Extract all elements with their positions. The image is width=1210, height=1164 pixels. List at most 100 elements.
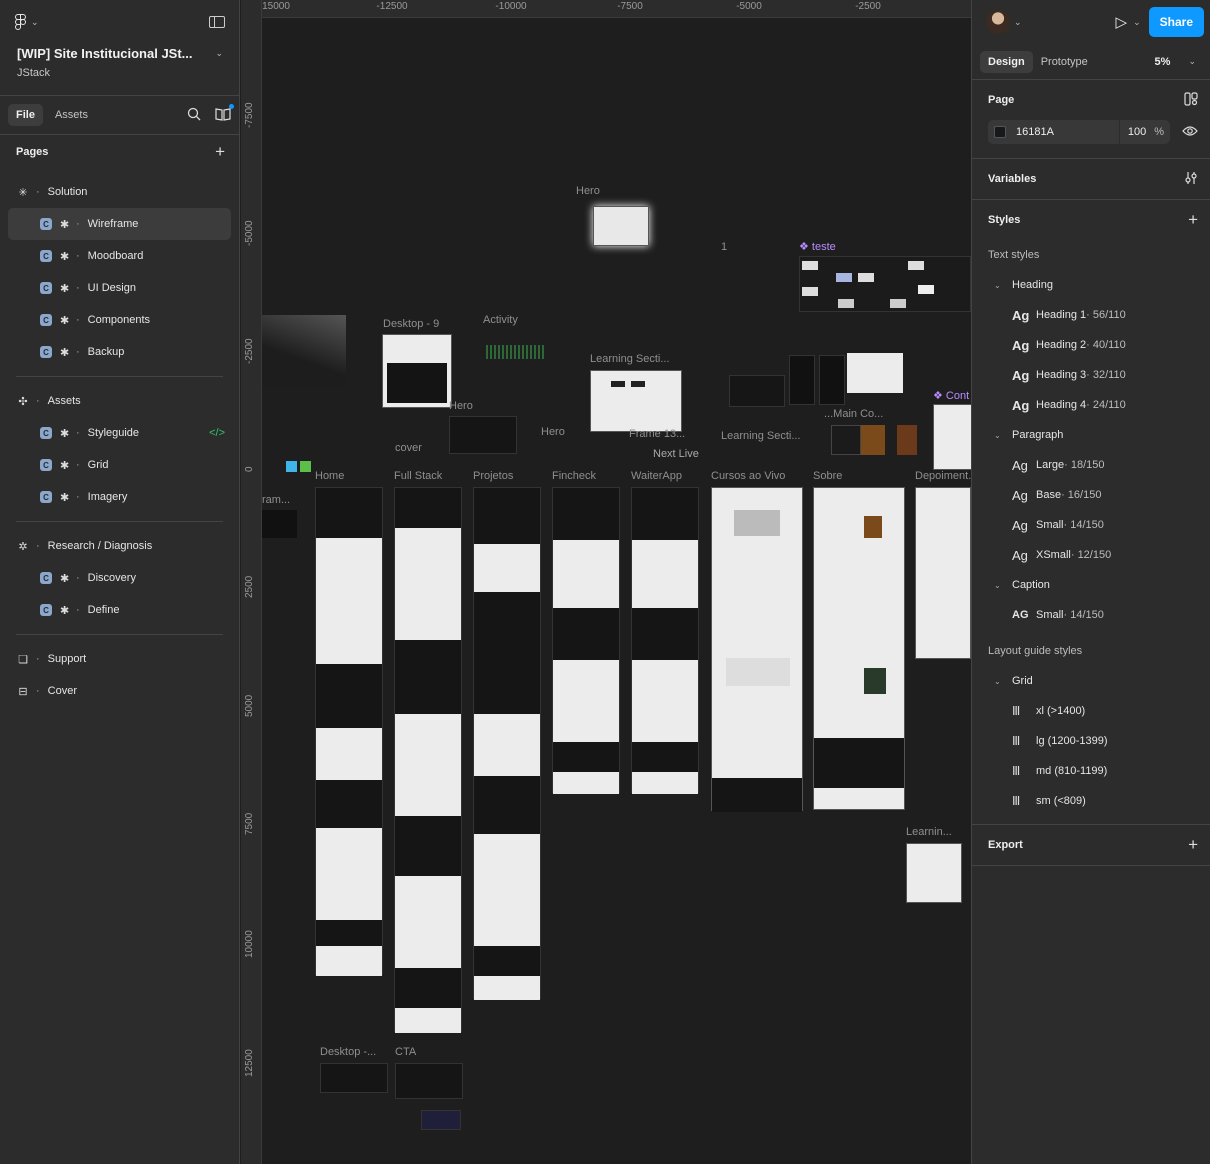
color-swatch-blue[interactable] (286, 461, 297, 472)
text-style-item[interactable]: Ag Base · 16/150 (972, 480, 1210, 510)
main-menu-button[interactable]: ⌄ (14, 13, 39, 31)
text-style-item[interactable]: Ag Heading 3 · 32/110 (972, 360, 1210, 390)
page-color-swatch[interactable] (994, 126, 1006, 138)
variables-settings-icon[interactable] (1184, 171, 1198, 188)
present-play-icon[interactable]: ▷ (1116, 13, 1128, 31)
frame-label[interactable]: Frame 13... (629, 428, 685, 440)
text-style-item[interactable]: AG Small · 14/150 (972, 600, 1210, 630)
style-group-grid[interactable]: ⌄ Grid (972, 666, 1210, 696)
text-style-item[interactable]: Ag Large · 18/150 (972, 450, 1210, 480)
chevron-down-icon[interactable]: ⌄ (1188, 56, 1196, 67)
grid-style-item[interactable]: Ⅲlg (1200-1399) (972, 726, 1210, 756)
page-define[interactable]: C ✱ · Define (8, 594, 231, 626)
page-support[interactable]: ❏ · Support (8, 643, 231, 675)
frame-label[interactable]: Hero (449, 400, 473, 412)
page-components[interactable]: C ✱ · Components (8, 304, 231, 336)
zoom-level[interactable]: 5% (1155, 56, 1171, 68)
toggle-sidebar-icon[interactable] (209, 16, 225, 28)
frame-cursos-ao-vivo[interactable] (711, 487, 803, 812)
color-swatch-green[interactable] (300, 461, 311, 472)
page-backup[interactable]: C ✱ · Backup (8, 336, 231, 368)
frame-learning-section-3[interactable] (906, 843, 962, 903)
eye-icon[interactable] (1182, 125, 1198, 140)
frame-activity[interactable] (486, 345, 546, 359)
frame-cta[interactable] (395, 1063, 463, 1099)
page-color-value[interactable]: 16181A (1016, 126, 1054, 138)
frame-teste[interactable] (799, 256, 971, 312)
canvas[interactable]: 15000 -12500 -10000 -7500 -5000 -2500 -7… (241, 0, 971, 1164)
frame-main-content-3[interactable] (897, 425, 917, 455)
frame-waiterapp[interactable] (631, 487, 699, 794)
page-grid[interactable]: C ✱ · Grid (8, 449, 231, 481)
frame-label[interactable]: Learning Secti... (590, 353, 670, 365)
frame-projetos[interactable] (473, 487, 541, 1000)
frame-label[interactable]: CTA (395, 1046, 416, 1058)
frame-depoimentos[interactable] (915, 487, 971, 659)
frame-small-bottom[interactable] (421, 1110, 461, 1130)
tab-assets[interactable]: Assets (47, 104, 96, 126)
page-imagery[interactable]: C ✱ · Imagery (8, 481, 231, 513)
page-moodboard[interactable]: C ✱ · Moodboard (8, 240, 231, 272)
tab-prototype[interactable]: Prototype (1033, 51, 1096, 73)
frame-learning-section[interactable] (590, 370, 682, 432)
frame-main-content-1[interactable] (831, 425, 861, 455)
frame-label[interactable]: Home (315, 470, 344, 482)
frame-label[interactable]: Depoiment... (915, 470, 971, 482)
variables-title[interactable]: Variables (988, 173, 1036, 185)
grid-style-item[interactable]: Ⅲmd (810-1199) (972, 756, 1210, 786)
user-avatar[interactable] (986, 10, 1010, 34)
page-ui-design[interactable]: C ✱ · UI Design (8, 272, 231, 304)
frame-label[interactable]: ...Main Co... (824, 408, 883, 420)
frame-group-dark[interactable] (729, 350, 904, 410)
frame-main-content-2[interactable] (861, 425, 885, 455)
frame-label[interactable]: Next Live (653, 448, 699, 460)
text-style-item[interactable]: Ag Small · 14/150 (972, 510, 1210, 540)
page-opacity-value[interactable]: 100 (1128, 126, 1146, 138)
chevron-down-icon[interactable]: ⌄ (215, 48, 223, 59)
search-icon[interactable] (187, 107, 201, 124)
grid-style-item[interactable]: Ⅲxl (>1400) (972, 696, 1210, 726)
image-thumbnail[interactable] (262, 315, 346, 387)
page-section-assets[interactable]: ✣ · Assets (8, 385, 231, 417)
frame-desktop-bottom[interactable] (320, 1063, 388, 1093)
add-style-button[interactable]: + (1188, 211, 1198, 228)
page-section-research[interactable]: ✲ · Research / Diagnosis (8, 530, 231, 562)
frame-label[interactable]: Learning Secti... (721, 430, 801, 442)
tab-file[interactable]: File (8, 104, 43, 126)
frame-label[interactable]: Desktop - 9 (383, 318, 439, 330)
frame-label[interactable]: Activity (483, 314, 518, 326)
frame-fincheck[interactable] (552, 487, 620, 794)
frame-label[interactable]: Projetos (473, 470, 513, 482)
page-settings-icon[interactable] (1184, 91, 1198, 109)
frame-home[interactable] (315, 487, 383, 976)
add-export-button[interactable]: + (1188, 836, 1198, 853)
frame-hero-top[interactable] (593, 206, 649, 246)
text-style-item[interactable]: Ag XSmall · 12/150 (972, 540, 1210, 570)
frame-label[interactable]: Desktop -... (320, 1046, 376, 1058)
tab-design[interactable]: Design (980, 50, 1033, 73)
frame-label[interactable]: Full Stack (394, 470, 442, 482)
frame-full-stack[interactable] (394, 487, 462, 1033)
share-button[interactable]: Share (1148, 7, 1204, 37)
frame-label[interactable]: WaiterApp (631, 470, 682, 482)
component-label[interactable]: ❖ teste (799, 240, 836, 253)
page-cover[interactable]: ⊟ · Cover (8, 675, 231, 707)
page-section-solution[interactable]: ✳ · Solution (8, 176, 231, 208)
frame-label[interactable]: Sobre (813, 470, 842, 482)
chevron-down-icon[interactable]: ⌄ (1133, 17, 1141, 28)
chevron-down-icon[interactable]: ⌄ (1014, 17, 1022, 28)
text-style-item[interactable]: Ag Heading 1 · 56/110 (972, 300, 1210, 330)
text-style-item[interactable]: Ag Heading 4 · 24/110 (972, 390, 1210, 420)
frame-label[interactable]: Cursos ao Vivo (711, 470, 785, 482)
style-group-paragraph[interactable]: ⌄ Paragraph (972, 420, 1210, 450)
frame-label[interactable]: Hero (576, 185, 600, 197)
frame-label[interactable]: Hero (541, 426, 565, 438)
frame-label[interactable]: Fincheck (552, 470, 596, 482)
grid-style-item[interactable]: Ⅲsm (<809) (972, 786, 1210, 816)
team-name[interactable]: JStack (17, 67, 223, 79)
frame-sobre[interactable] (813, 487, 905, 810)
file-name[interactable]: [WIP] Site Institucional JSt... (17, 46, 193, 61)
frame-contact[interactable] (933, 404, 971, 470)
style-group-caption[interactable]: ⌄ Caption (972, 570, 1210, 600)
text-style-item[interactable]: Ag Heading 2 · 40/110 (972, 330, 1210, 360)
